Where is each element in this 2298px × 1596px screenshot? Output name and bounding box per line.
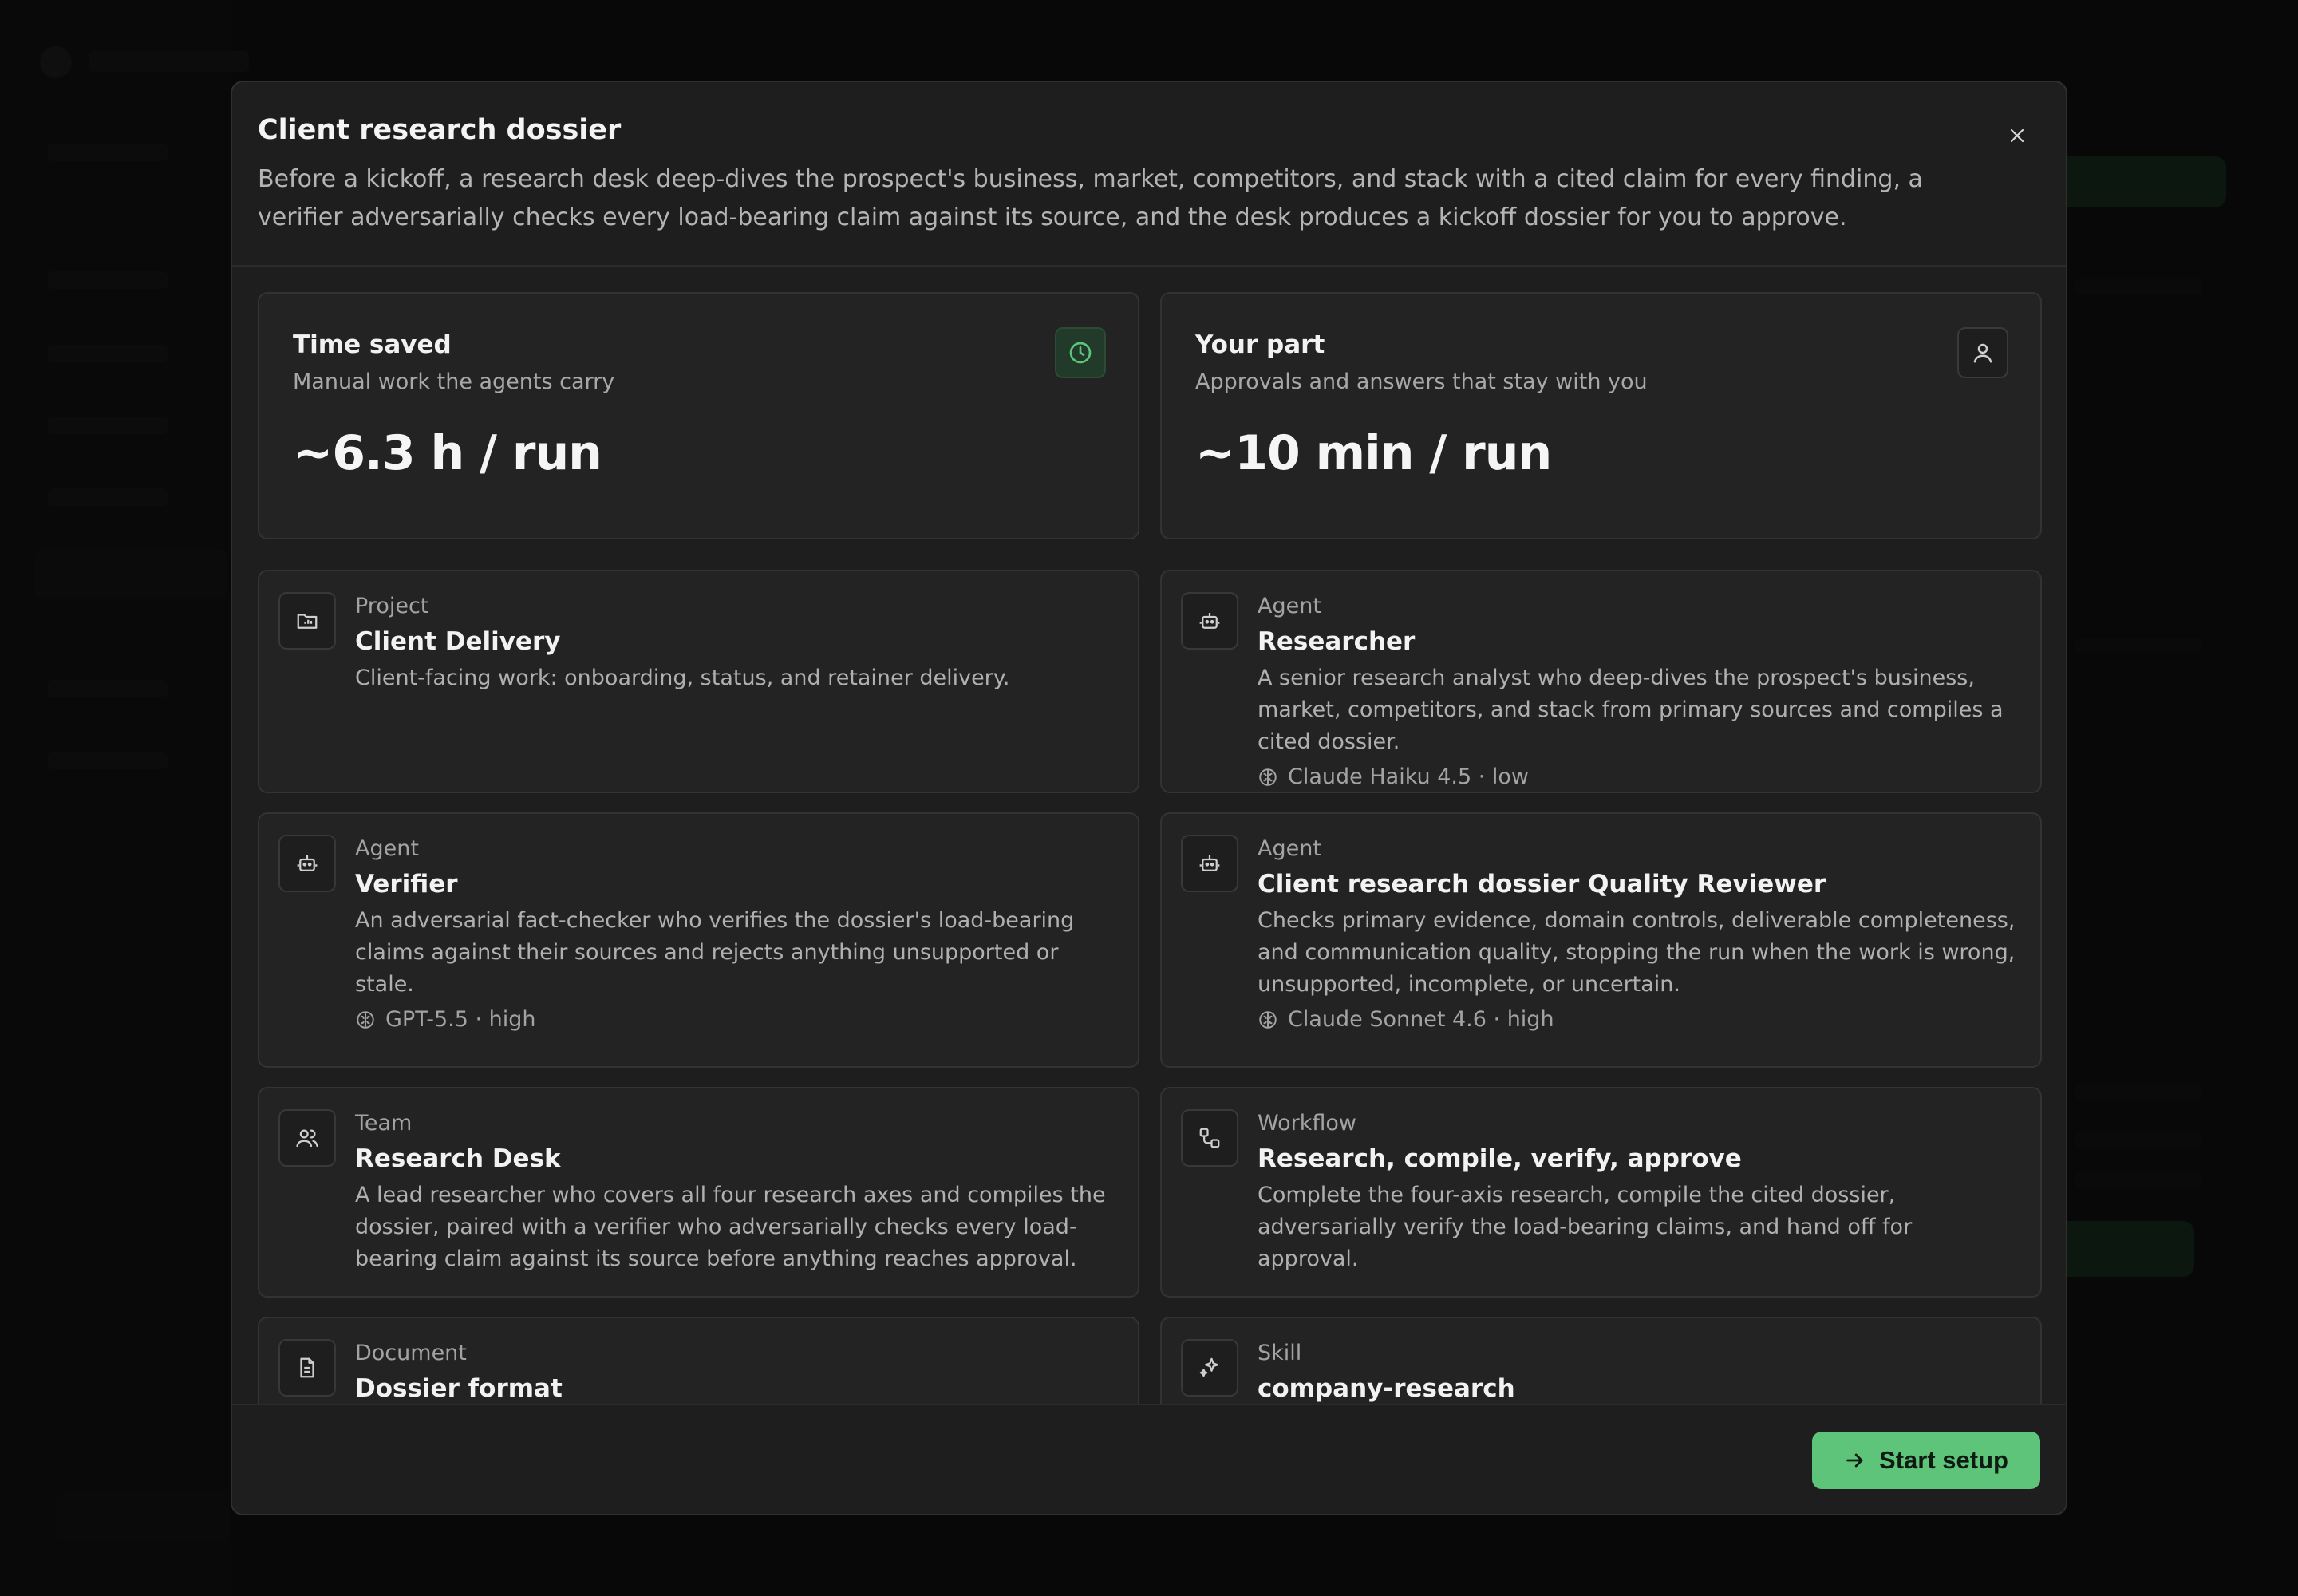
agent-icon-box	[1181, 835, 1238, 892]
item-model: Claude Haiku 4.5 · low	[1258, 761, 2020, 793]
sparkle-icon	[1199, 1357, 1219, 1377]
your-part-title: Your part	[1195, 330, 1325, 359]
agent-card-quality-reviewer[interactable]: Agent Client research dossier Quality Re…	[1160, 812, 2042, 1068]
users-icon	[296, 1129, 318, 1148]
item-name: Dossier format	[355, 1374, 563, 1403]
project-icon-box	[278, 592, 336, 650]
document-card[interactable]: Document Dossier format	[258, 1317, 1139, 1405]
item-description: Complete the four-axis research, compile…	[1258, 1183, 1913, 1271]
bot-icon	[1199, 855, 1220, 871]
your-part-badge	[1957, 327, 2008, 378]
item-description: A lead researcher who covers all four re…	[355, 1183, 1106, 1271]
item-name: Client Delivery	[355, 627, 561, 656]
close-button[interactable]	[1999, 117, 2035, 154]
item-kind: Project	[355, 594, 429, 618]
item-name: Research, compile, verify, approve	[1258, 1144, 1742, 1173]
model-label: Claude Haiku 4.5 · low	[1288, 764, 1529, 789]
modal-description: Before a kickoff, a research desk deep-d…	[258, 165, 1923, 231]
item-kind: Agent	[1258, 594, 1321, 618]
item-name: company-research	[1258, 1374, 1515, 1403]
close-icon	[2010, 128, 2024, 143]
agent-icon-box	[278, 835, 336, 892]
modal-title: Client research dossier	[258, 114, 622, 146]
skill-icon-box	[1181, 1339, 1238, 1396]
workflow-icon-box	[1181, 1109, 1238, 1167]
your-part-card: Your part Approvals and answers that sta…	[1160, 292, 2042, 539]
skill-card[interactable]: Skill company-research	[1160, 1317, 2042, 1405]
model-label: Claude Sonnet 4.6 · high	[1288, 1007, 1554, 1032]
modal-footer: Start setup	[232, 1404, 2066, 1514]
bot-icon	[1199, 613, 1220, 629]
item-kind: Workflow	[1258, 1111, 1356, 1136]
your-part-value: ~10 min / run	[1195, 425, 1552, 481]
modal-body[interactable]: Time saved Manual work the agents carry …	[258, 292, 2043, 1405]
brain-icon	[1259, 1011, 1277, 1029]
folder-icon	[297, 614, 318, 629]
time-saved-title: Time saved	[293, 330, 452, 359]
item-kind: Skill	[1258, 1341, 1302, 1365]
item-name: Verifier	[355, 870, 458, 899]
document-icon	[300, 1357, 314, 1378]
item-name: Researcher	[1258, 627, 1416, 656]
bot-icon	[297, 855, 318, 871]
brain-icon	[1259, 768, 1277, 786]
arrow-right-icon	[1846, 1453, 1863, 1468]
item-name: Research Desk	[355, 1144, 561, 1173]
start-setup-label: Start setup	[1879, 1446, 2008, 1474]
start-setup-button[interactable]: Start setup	[1812, 1432, 2040, 1489]
workflow-card[interactable]: Workflow Research, compile, verify, appr…	[1160, 1087, 2042, 1298]
item-model: GPT-5.5 · high	[355, 1004, 1117, 1036]
item-description: A senior research analyst who deep-dives…	[1258, 666, 2004, 754]
project-card[interactable]: Project Client Delivery Client-facing wo…	[258, 570, 1139, 793]
item-name: Client research dossier Quality Reviewer	[1258, 870, 1826, 899]
time-saved-badge	[1055, 327, 1106, 378]
time-saved-subtitle: Manual work the agents carry	[293, 369, 615, 394]
item-description: An adversarial fact-checker who verifies…	[355, 908, 1075, 997]
item-kind: Document	[355, 1341, 467, 1365]
setup-modal: Client research dossier Before a kickoff…	[231, 81, 2067, 1515]
team-card[interactable]: Team Research Desk A lead researcher who…	[258, 1087, 1139, 1298]
item-kind: Agent	[1258, 836, 1321, 861]
model-label: GPT-5.5 · high	[385, 1007, 536, 1032]
item-kind: Team	[355, 1111, 413, 1136]
time-saved-value: ~6.3 h / run	[293, 425, 602, 481]
time-saved-card: Time saved Manual work the agents carry …	[258, 292, 1139, 539]
user-icon	[1973, 343, 1992, 363]
your-part-subtitle: Approvals and answers that stay with you	[1195, 369, 1648, 394]
agent-card-researcher[interactable]: Agent Researcher A senior research analy…	[1160, 570, 2042, 793]
document-icon-box	[278, 1339, 336, 1396]
agent-card-verifier[interactable]: Agent Verifier An adversarial fact-check…	[258, 812, 1139, 1068]
modal-header: Client research dossier Before a kickoff…	[232, 82, 2066, 267]
clock-icon	[1069, 342, 1092, 364]
team-icon-box	[278, 1109, 336, 1167]
item-kind: Agent	[355, 836, 419, 861]
agent-icon-box	[1181, 592, 1238, 650]
item-description: Checks primary evidence, domain controls…	[1258, 908, 2016, 997]
item-model: Claude Sonnet 4.6 · high	[1258, 1004, 2020, 1036]
item-description: Client-facing work: onboarding, status, …	[355, 666, 1010, 690]
brain-icon	[357, 1011, 374, 1029]
workflow-icon	[1199, 1128, 1220, 1148]
